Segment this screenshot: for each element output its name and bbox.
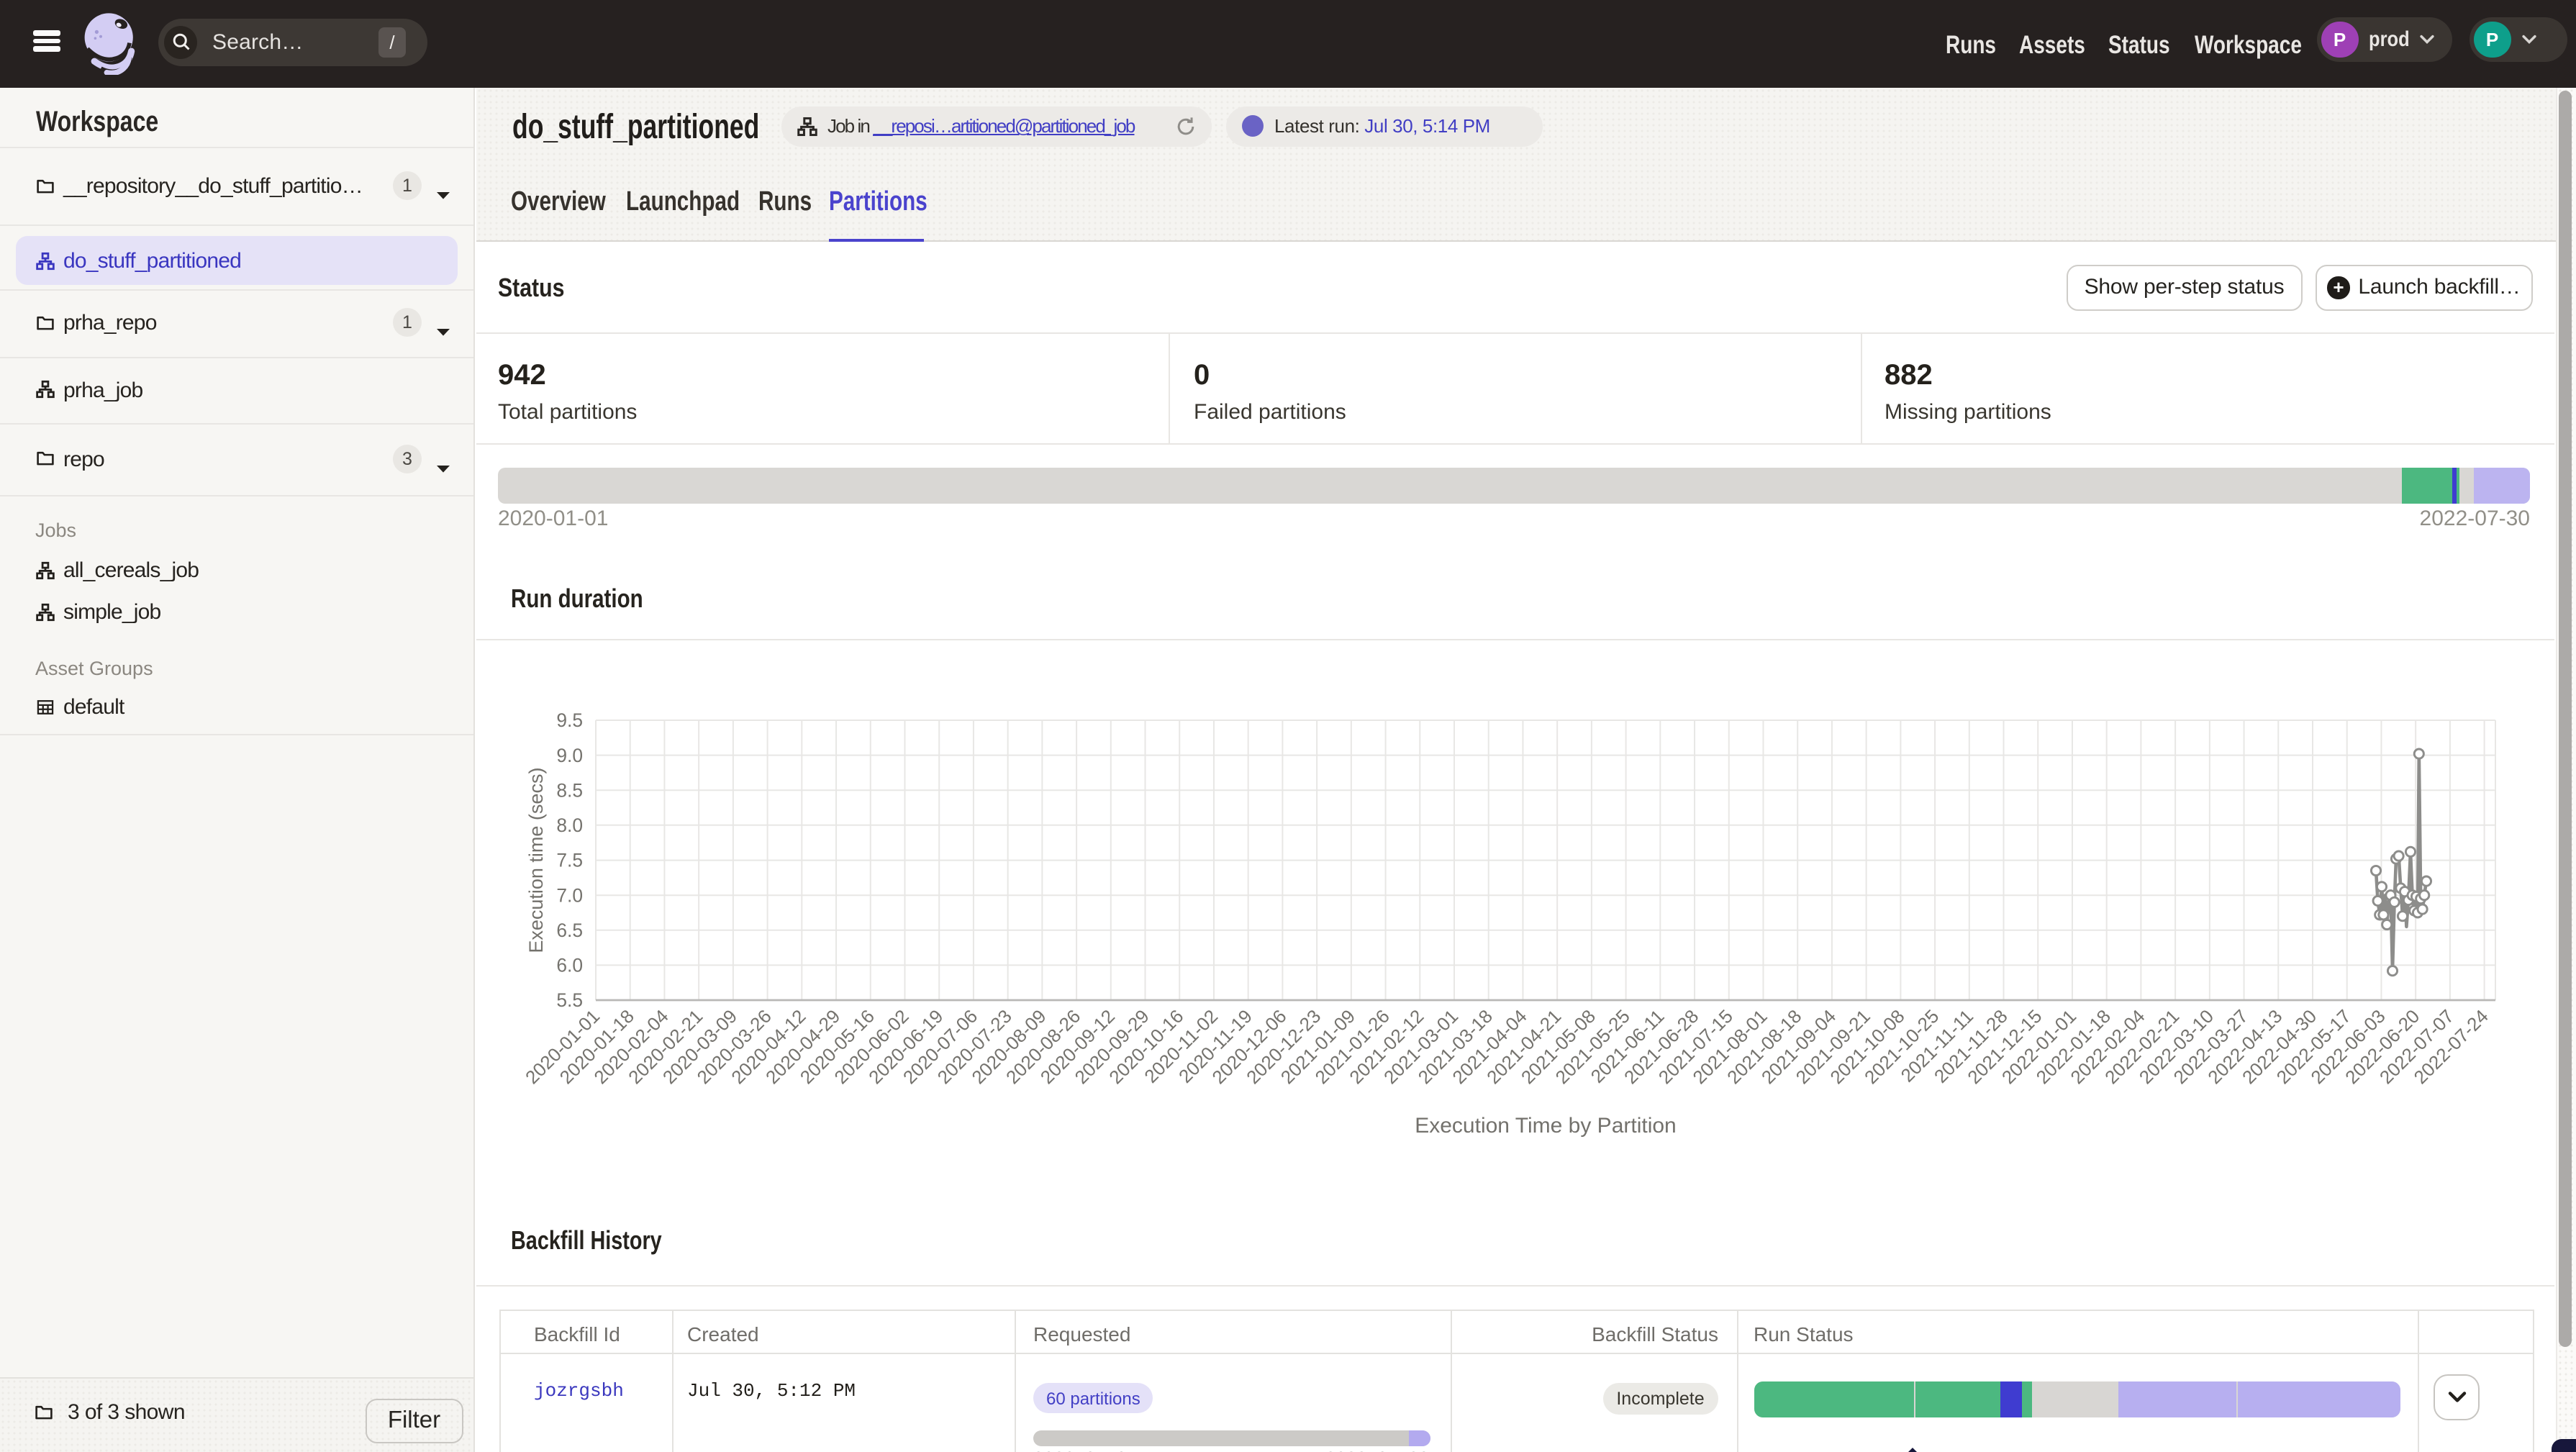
svg-text:Execution time (secs): Execution time (secs) (525, 768, 547, 953)
svg-text:7.0: 7.0 (556, 884, 583, 906)
svg-text:6.5: 6.5 (556, 920, 583, 941)
svg-text:9.5: 9.5 (556, 709, 583, 731)
svg-text:5.5: 5.5 (556, 989, 583, 1011)
svg-text:Execution Time by Partition: Execution Time by Partition (1415, 1114, 1677, 1138)
svg-text:7.5: 7.5 (556, 850, 583, 871)
svg-text:6.0: 6.0 (556, 955, 583, 976)
svg-text:8.0: 8.0 (556, 815, 583, 836)
svg-text:8.5: 8.5 (556, 779, 583, 801)
svg-text:9.0: 9.0 (556, 745, 583, 766)
